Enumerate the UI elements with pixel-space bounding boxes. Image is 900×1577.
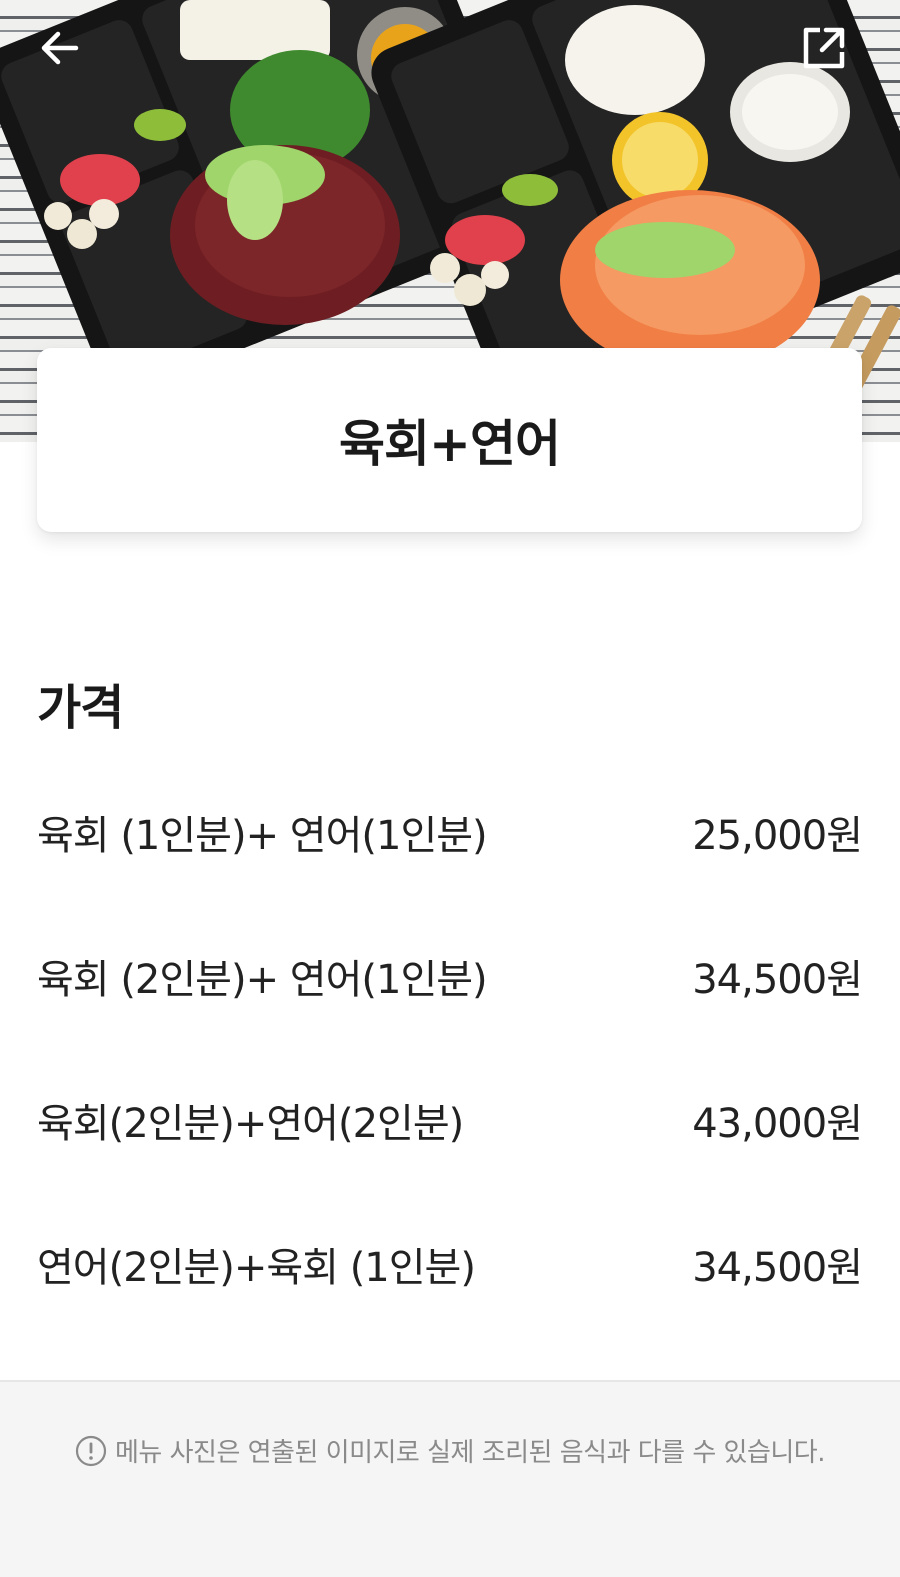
price-option-row: 연어(2인분)+육회 (1인분) 34,500원 [37,1192,863,1336]
price-option-amount: 25,000원 [692,813,863,859]
price-option-amount: 34,500원 [692,957,863,1003]
external-share-icon [803,27,845,69]
price-option-row: 육회 (1인분)+ 연어(1인분) 25,000원 [37,760,863,904]
price-option-amount: 34,500원 [692,1245,863,1291]
price-option-label: 육회 (1인분)+ 연어(1인분) [37,813,488,859]
price-option-label: 육회 (2인분)+ 연어(1인분) [37,957,488,1003]
arrow-left-icon [41,31,79,65]
back-button[interactable] [36,24,100,88]
price-option-label: 육회(2인분)+연어(2인분) [37,1101,464,1147]
price-option-row: 육회 (2인분)+ 연어(1인분) 34,500원 [37,904,863,1048]
disclaimer-text: 메뉴 사진은 연출된 이미지로 실제 조리된 음식과 다를 수 있습니다. [115,1438,826,1468]
price-option-label: 연어(2인분)+육회 (1인분) [37,1245,476,1291]
photo-disclaimer: 메뉴 사진은 연출된 이미지로 실제 조리된 음식과 다를 수 있습니다. [0,1380,900,1577]
price-list: 육회 (1인분)+ 연어(1인분) 25,000원 육회 (2인분)+ 연어(1… [37,760,863,1336]
info-icon [75,1435,107,1466]
share-button[interactable] [800,24,864,88]
price-option-row: 육회(2인분)+연어(2인분) 43,000원 [37,1048,863,1192]
price-option-amount: 43,000원 [692,1101,863,1147]
menu-title-card: 육회+연어 [37,348,862,532]
menu-title: 육회+연어 [339,415,561,473]
price-heading: 가격 [37,680,124,736]
